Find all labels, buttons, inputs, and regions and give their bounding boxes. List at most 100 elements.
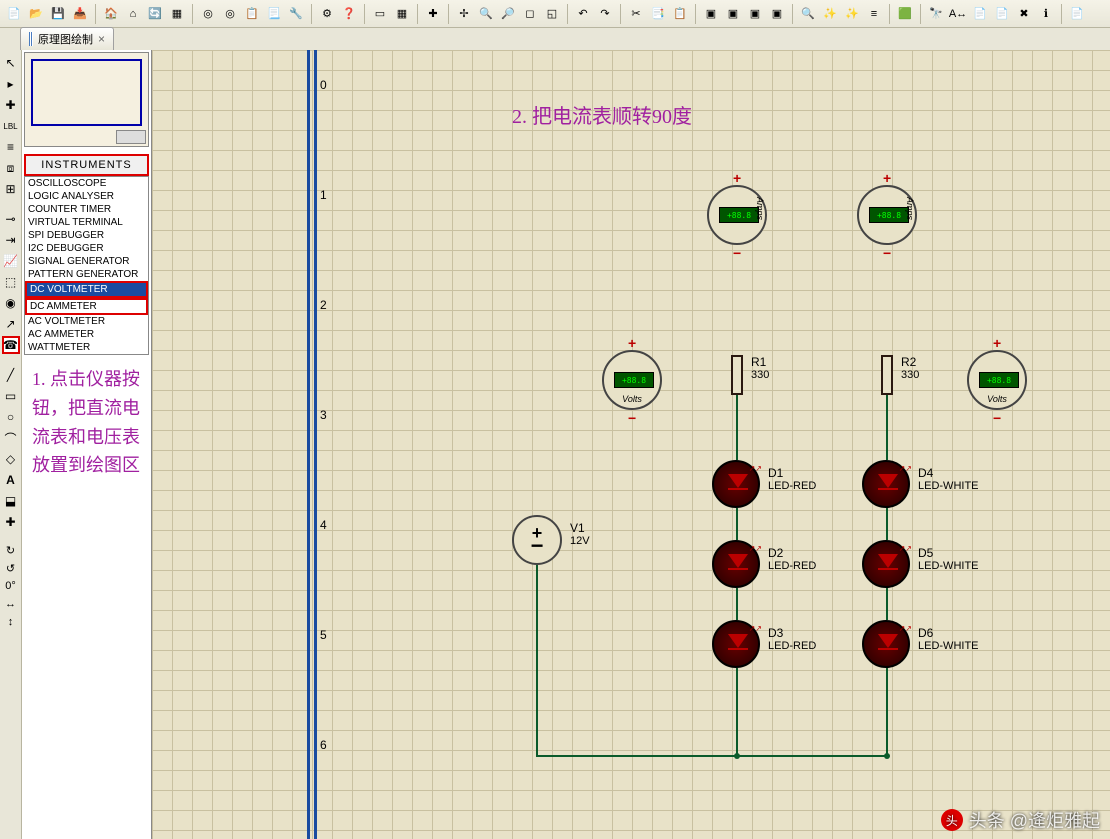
textlabel-tool[interactable]: A	[2, 471, 20, 489]
probe-tool[interactable]: ↗	[2, 315, 20, 333]
led-d3[interactable]: ↗↗ D3 LED-RED	[712, 620, 760, 668]
line-tool[interactable]: ╱	[2, 366, 20, 384]
tab-close-icon[interactable]: ×	[98, 32, 105, 46]
info-icon[interactable]: ℹ	[1036, 4, 1056, 24]
del-icon[interactable]: ✖	[1014, 4, 1034, 24]
redo-icon[interactable]: ↷	[595, 4, 615, 24]
instr-ac-ammeter[interactable]: AC AMMETER	[25, 328, 148, 341]
config-icon[interactable]: ⚙	[317, 4, 337, 24]
chip-icon[interactable]: ▦	[167, 4, 187, 24]
bus-tool[interactable]: ⧈	[2, 159, 20, 177]
block2-icon[interactable]: ▣	[723, 4, 743, 24]
led-d4[interactable]: ↗↗ D4 LED-WHITE	[862, 460, 910, 508]
zoomarea-icon[interactable]: ◱	[542, 4, 562, 24]
home2-icon[interactable]: ⌂	[123, 4, 143, 24]
instr-wattmeter[interactable]: WATTMETER	[25, 341, 148, 354]
label-tool[interactable]: LBL	[2, 117, 20, 135]
paste-icon[interactable]: 📋	[670, 4, 690, 24]
center-icon[interactable]: ✢	[454, 4, 474, 24]
canvas-area[interactable]: 0 1 2 3 4 5 6 2. 把电流表顺转90度 +88.8 Amps + …	[152, 50, 1110, 839]
add-icon[interactable]: 📄	[992, 4, 1012, 24]
symbol-tool[interactable]: ⬓	[2, 492, 20, 510]
rotate-ccw-icon[interactable]: ↺	[3, 562, 19, 578]
instr-spi-debugger[interactable]: SPI DEBUGGER	[25, 229, 148, 242]
home-icon[interactable]: 🏠	[101, 4, 121, 24]
globe2-icon[interactable]: ◎	[220, 4, 240, 24]
instr-dc-ammeter[interactable]: DC AMMETER	[25, 298, 148, 315]
tab-schematic[interactable]: 原理图绘制 ×	[20, 27, 114, 50]
wand-icon[interactable]: ✨	[820, 4, 840, 24]
generator-tool[interactable]: ◉	[2, 294, 20, 312]
led-d6[interactable]: ↗↗ D6 LED-WHITE	[862, 620, 910, 668]
arc-tool[interactable]: ⌒	[2, 429, 20, 447]
voltmeter-1[interactable]: +88.8 Volts + −	[602, 350, 662, 410]
graph-tool[interactable]: 📈	[2, 252, 20, 270]
list-icon[interactable]: 📋	[242, 4, 262, 24]
save-icon[interactable]: 💾	[48, 4, 68, 24]
flip-h-icon[interactable]: ↔	[3, 598, 19, 614]
resistor-r2[interactable]: R2 330	[881, 355, 893, 395]
zoomfit-icon[interactable]: ◻	[520, 4, 540, 24]
led-d1[interactable]: ↗↗ D1 LED-RED	[712, 460, 760, 508]
instr-dc-voltmeter[interactable]: DC VOLTMETER	[25, 281, 148, 298]
globe-icon[interactable]: ◎	[198, 4, 218, 24]
led-d5[interactable]: ↗↗ D5 LED-WHITE	[862, 540, 910, 588]
marker-tool[interactable]: ✚	[2, 513, 20, 531]
component-tool[interactable]: ▸	[2, 75, 20, 93]
instr-counter-timer[interactable]: COUNTER TIMER	[25, 203, 148, 216]
rect-icon[interactable]: ▭	[370, 4, 390, 24]
ammeter-2[interactable]: +88.8 Amps + −	[857, 185, 917, 245]
pointer-tool[interactable]: ↖	[2, 54, 20, 72]
open-icon[interactable]: 📂	[26, 4, 46, 24]
instrument-tool[interactable]: ☎	[2, 336, 20, 354]
search-icon[interactable]: 🔍	[798, 4, 818, 24]
remove-icon[interactable]: 📄	[970, 4, 990, 24]
instr-i2c-debugger[interactable]: I2C DEBUGGER	[25, 242, 148, 255]
refresh-icon[interactable]: 🔄	[145, 4, 165, 24]
circle-tool[interactable]: ○	[2, 408, 20, 426]
subcircuit-tool[interactable]: ⊞	[2, 180, 20, 198]
block3-icon[interactable]: ▣	[745, 4, 765, 24]
layers-icon[interactable]: ≡	[864, 4, 884, 24]
junction-tool[interactable]: ✚	[2, 96, 20, 114]
undo-icon[interactable]: ↶	[573, 4, 593, 24]
doc-icon[interactable]: 📃	[264, 4, 284, 24]
zoomout-icon[interactable]: 🔎	[498, 4, 518, 24]
flip-v-icon[interactable]: ↕	[3, 616, 19, 632]
instr-oscilloscope[interactable]: OSCILLOSCOPE	[25, 177, 148, 190]
wand2-icon[interactable]: ✨	[842, 4, 862, 24]
cut-icon[interactable]: ✂	[626, 4, 646, 24]
instr-signal-generator[interactable]: SIGNAL GENERATOR	[25, 255, 148, 268]
plus-icon[interactable]: ✚	[423, 4, 443, 24]
copy-icon[interactable]: 📑	[648, 4, 668, 24]
new-icon[interactable]: 📄	[4, 4, 24, 24]
text-tool[interactable]: ≡	[2, 138, 20, 156]
import-icon[interactable]: 📥	[70, 4, 90, 24]
tool-icon[interactable]: 🔧	[286, 4, 306, 24]
rotation-angle: 0°	[3, 580, 19, 596]
resistor-r1[interactable]: R1 330	[731, 355, 743, 395]
zoomin-icon[interactable]: 🔍	[476, 4, 496, 24]
ammeter-1[interactable]: +88.8 Amps + −	[707, 185, 767, 245]
tape-tool[interactable]: ⬚	[2, 273, 20, 291]
block1-icon[interactable]: ▣	[701, 4, 721, 24]
voltage-source-v1[interactable]: +− V1 12V	[512, 515, 562, 565]
replace-icon[interactable]: A↔	[948, 4, 968, 24]
instr-virtual-terminal[interactable]: VIRTUAL TERMINAL	[25, 216, 148, 229]
instr-ac-voltmeter[interactable]: AC VOLTMETER	[25, 315, 148, 328]
instr-pattern-generator[interactable]: PATTERN GENERATOR	[25, 268, 148, 281]
help-icon[interactable]: ❓	[339, 4, 359, 24]
sheet-icon[interactable]: 📄	[1067, 4, 1087, 24]
path-tool[interactable]: ◇	[2, 450, 20, 468]
rotate-cw-icon[interactable]: ↻	[3, 544, 19, 560]
voltmeter-2[interactable]: +88.8 Volts + −	[967, 350, 1027, 410]
find-icon[interactable]: 🔭	[926, 4, 946, 24]
instr-logic-analyser[interactable]: LOGIC ANALYSER	[25, 190, 148, 203]
grid-icon[interactable]: ▦	[392, 4, 412, 24]
led-d2[interactable]: ↗↗ D2 LED-RED	[712, 540, 760, 588]
terminal-tool[interactable]: ⊸	[2, 210, 20, 228]
pin-tool[interactable]: ⇥	[2, 231, 20, 249]
box-tool[interactable]: ▭	[2, 387, 20, 405]
block4-icon[interactable]: ▣	[767, 4, 787, 24]
pcb-icon[interactable]: 🟩	[895, 4, 915, 24]
